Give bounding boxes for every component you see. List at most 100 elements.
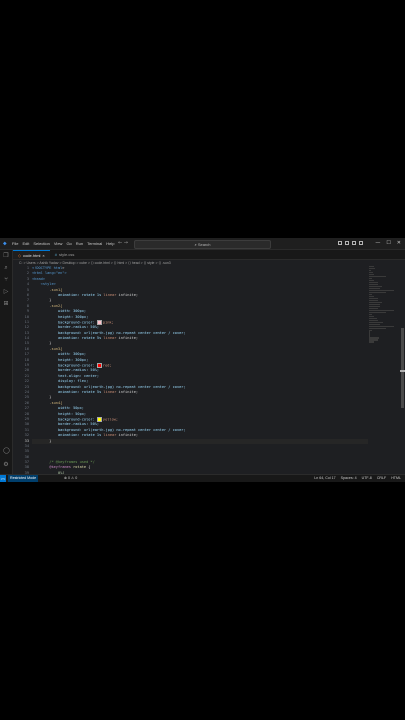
code-token: infinite; [116, 292, 139, 297]
vertical-scrollbar[interactable] [400, 266, 405, 474]
menu-edit[interactable]: Edit [22, 241, 29, 246]
code-token: <html lang="en"> [32, 271, 67, 276]
command-center-search[interactable]: ⌕ Search [134, 240, 271, 249]
tab-label: style.css [59, 252, 75, 257]
code-token: } [32, 341, 52, 346]
restricted-mode-badge[interactable]: Restricted Mode [8, 475, 39, 482]
code-token: width: 300px; [32, 309, 87, 314]
code-token: background: url(earth.jpg) no-repeat cen… [32, 427, 186, 432]
settings-gear-icon[interactable]: ⚙ [3, 462, 9, 468]
code-token: background-color: [32, 417, 97, 422]
menu-file[interactable]: File [12, 241, 18, 246]
tab-label: code.html [23, 252, 41, 258]
color-swatch[interactable] [96, 363, 102, 369]
code-token: animation: rotate 5s [32, 336, 104, 341]
account-icon[interactable]: ◯ [3, 448, 10, 454]
toggle-sidebar-icon[interactable] [338, 241, 342, 245]
forward-arrow-icon[interactable]: → [124, 240, 128, 246]
code-token: } [32, 395, 52, 400]
run-debug-icon[interactable]: ▷ [3, 289, 9, 295]
code-token: linear [103, 433, 117, 438]
maximize-button[interactable]: ☐ [386, 240, 390, 246]
editor-tabs: ◇ code.html × # style.css [13, 250, 405, 260]
html-file-icon: ◇ [18, 252, 22, 258]
minimap[interactable] [369, 266, 397, 343]
encoding[interactable]: UTF-8 [362, 475, 372, 482]
toggle-panel-icon[interactable] [345, 241, 349, 245]
menu-bar: File Edit Selection View Go Run Terminal… [12, 241, 114, 246]
code-token: html [53, 266, 63, 270]
vscode-logo-icon: ◆ [3, 239, 7, 247]
menu-view[interactable]: View [54, 241, 63, 246]
code-token: width: 300px; [32, 352, 87, 357]
code-token: infinite; [116, 433, 139, 438]
code-token: } [32, 438, 52, 443]
menu-go[interactable]: Go [66, 241, 71, 246]
code-token: animation: rotate 5s [32, 389, 104, 394]
code-editor[interactable]: 1 2 3 4 5 6 7 8 9 10 11 12 13 14 15 16 17 18 19 20 21 22 23 24 2… [13, 266, 368, 474]
code-token: text-align: center; [32, 373, 100, 378]
search-icon[interactable]: ⌕ [3, 265, 9, 271]
code-token: animation: rotate 1s [32, 433, 104, 438]
line-ending[interactable]: CRLF [377, 475, 386, 482]
scrollbar-cursor-marker [400, 370, 405, 372]
code-token: width: 50px; [32, 406, 84, 411]
toggle-secondary-sidebar-icon[interactable] [352, 241, 356, 245]
indentation[interactable]: Spaces: 4 [341, 475, 357, 482]
css-file-icon: # [54, 252, 57, 257]
scrollbar-thumb[interactable] [401, 328, 404, 408]
tab-code-html[interactable]: ◇ code.html × [13, 250, 50, 259]
back-arrow-icon[interactable]: ← [118, 240, 122, 246]
search-label: Search [197, 242, 211, 247]
code-token: background-color: [32, 363, 97, 368]
close-window-button[interactable]: ✕ [397, 240, 401, 246]
code-token: .sun1{ [32, 287, 63, 292]
menu-selection[interactable]: Selection [33, 241, 49, 246]
line-number-gutter: 1 2 3 4 5 6 7 8 9 10 11 12 13 14 15 16 17 18 19 20 21 22 23 24 2… [13, 266, 29, 474]
code-token: @keyframes [32, 465, 74, 470]
code-token: infinite; [116, 336, 139, 341]
menu-help[interactable]: Help [106, 241, 114, 246]
customize-layout-icon[interactable] [359, 241, 363, 245]
code-token: background: url(earth.jpg) no-repeat cen… [32, 384, 186, 389]
code-token: background-color: [32, 320, 97, 325]
layout-controls [338, 241, 363, 245]
code-token: .sun4{ [32, 400, 63, 405]
extensions-icon[interactable]: ⊞ [3, 301, 9, 307]
tab-style-css[interactable]: # style.css [50, 250, 80, 259]
code-token: yellow; [102, 417, 119, 422]
language-mode[interactable]: HTML [391, 475, 401, 482]
code-token: <style> [32, 282, 56, 287]
cursor-position[interactable]: Ln 64, Col 17 [314, 475, 335, 482]
code-token: border-radius: 50%; [32, 368, 100, 373]
code-token: linear [103, 336, 117, 341]
code-token: > [62, 266, 65, 270]
menu-run[interactable]: Run [76, 241, 83, 246]
code-token: <!DOCTYPE [32, 266, 54, 270]
status-right: Ln 64, Col 17 Spaces: 4 UTF-8 CRLF HTML [314, 475, 401, 482]
minimap-line [369, 341, 375, 343]
code-token: height: 300px; [32, 314, 89, 319]
activity-bar: ❐ ⌕ ⑂ ▷ ⊞ ◯ ⚙ [0, 250, 13, 474]
color-swatch[interactable] [96, 416, 102, 422]
problems-indicator[interactable]: ⊗ 0 ⚠ 0 [64, 475, 77, 482]
title-bar: ◆ File Edit Selection View Go Run Termin… [0, 238, 405, 250]
window-controls: — ☐ ✕ [375, 240, 401, 246]
close-tab-icon[interactable]: × [42, 251, 44, 260]
nav-arrows: ← → [118, 240, 128, 246]
code-token: border-radius: 50%; [32, 422, 100, 427]
code-token: height: 300px; [32, 357, 89, 362]
code-area[interactable]: <!DOCTYPE html> <html lang="en"> <head> <s… [32, 266, 368, 474]
color-swatch[interactable] [96, 319, 102, 325]
code-token: /* @keyframes used */ [32, 460, 95, 465]
code-token: .sun2{ [32, 303, 63, 308]
explorer-icon[interactable]: ❐ [3, 253, 9, 259]
remote-indicator[interactable]: >< [0, 475, 6, 482]
minimize-button[interactable]: — [375, 240, 380, 246]
code-token: .sun3{ [32, 346, 63, 351]
code-token: <head> [32, 276, 45, 281]
code-token: background: url(earth.jpg) no-repeat cen… [32, 330, 186, 335]
status-bar: >< Restricted Mode ⊗ 0 ⚠ 0 Ln 64, Col 17… [0, 474, 405, 482]
source-control-icon[interactable]: ⑂ [3, 277, 9, 283]
menu-terminal[interactable]: Terminal [87, 241, 102, 246]
